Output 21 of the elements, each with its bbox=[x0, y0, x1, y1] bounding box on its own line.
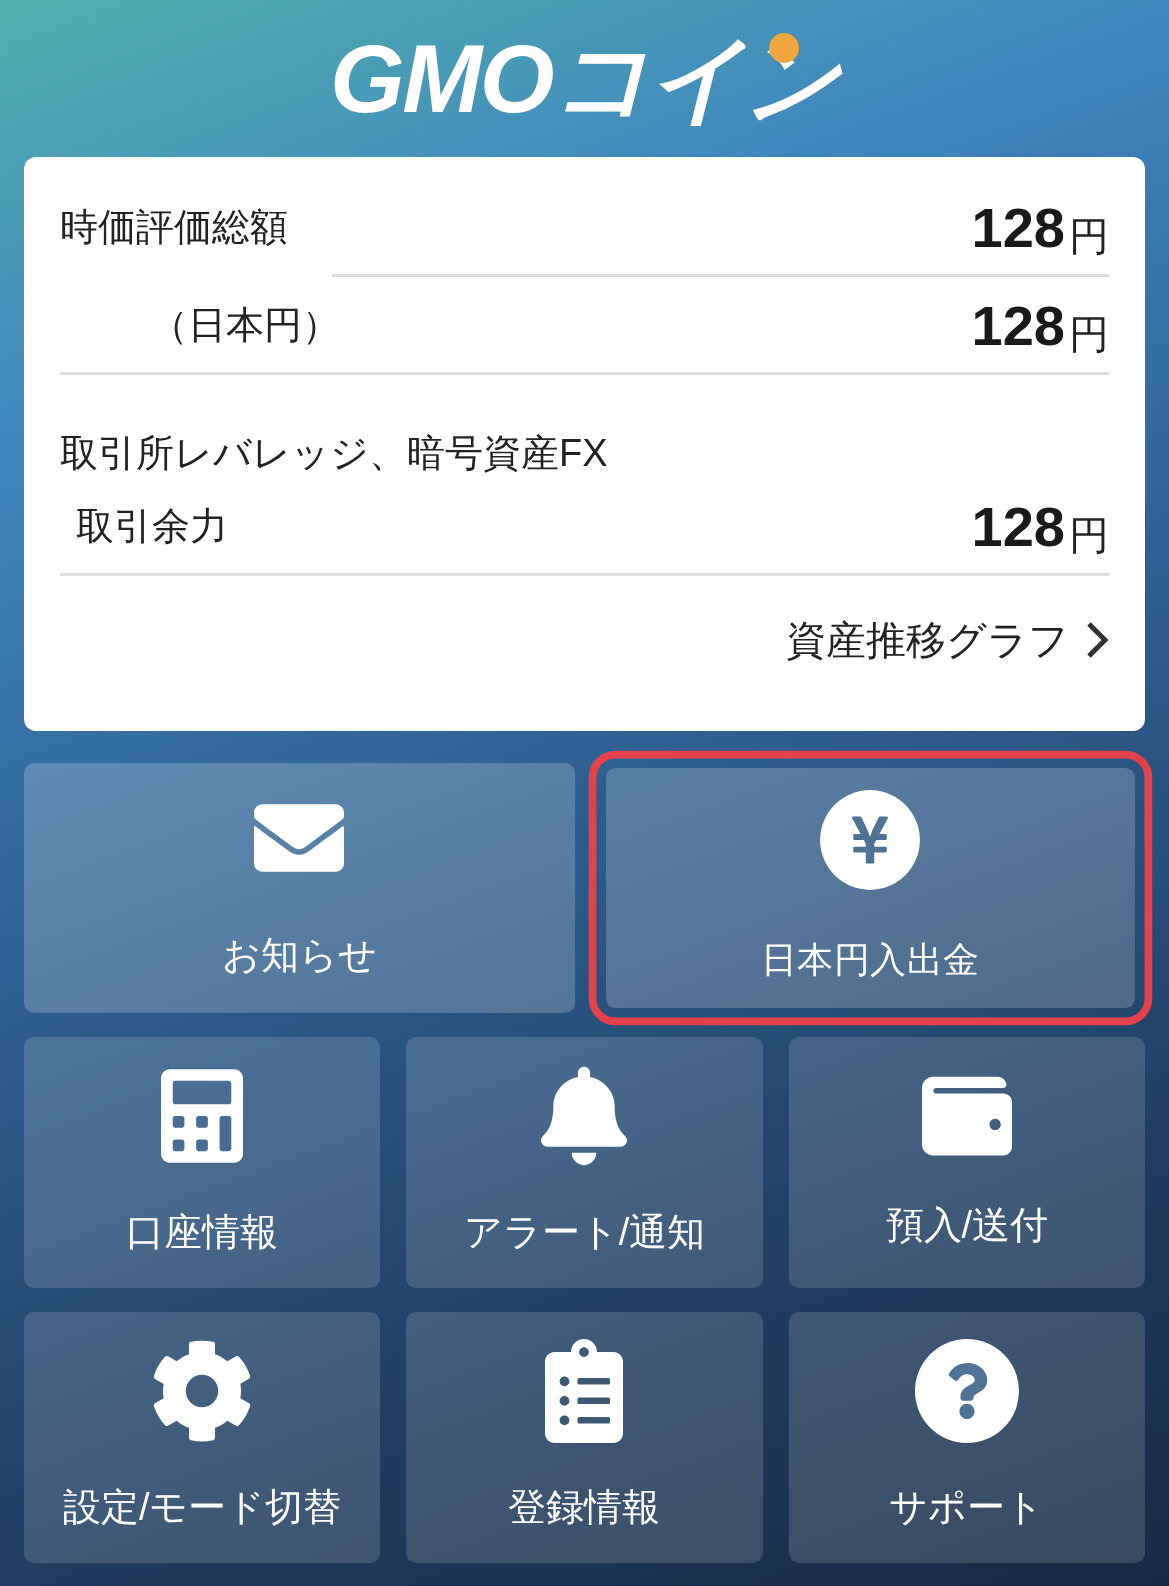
currency-unit: 円 bbox=[1069, 515, 1109, 555]
menu-tile[interactable]: お知らせ bbox=[24, 763, 575, 1013]
menu-tile[interactable]: 日本円入出金 bbox=[605, 768, 1134, 1008]
menu-tile[interactable]: 預入/送付 bbox=[788, 1037, 1145, 1288]
amount-value: 128 bbox=[971, 499, 1065, 555]
row-label: 取引余力 bbox=[76, 504, 228, 549]
menu-tile[interactable]: アラート/通知 bbox=[406, 1037, 763, 1288]
bell-icon bbox=[541, 1064, 628, 1168]
asset-graph-link[interactable]: 資産推移グラフ bbox=[786, 610, 1109, 670]
row-label: 時価評価総額 bbox=[60, 205, 288, 250]
chevron-right-icon bbox=[1085, 620, 1109, 660]
section-title: 取引所レバレッジ、暗号資産FX bbox=[60, 431, 609, 476]
currency-unit: 円 bbox=[1069, 314, 1109, 354]
menu-tile[interactable]: 設定/モード切替 bbox=[24, 1312, 381, 1563]
menu-tile[interactable]: 登録情報 bbox=[406, 1312, 763, 1563]
menu-tile[interactable]: サポート bbox=[788, 1312, 1145, 1563]
currency-unit: 円 bbox=[1069, 216, 1109, 256]
amount-value: 128 bbox=[971, 200, 1065, 256]
menu-tile[interactable]: 口座情報 bbox=[24, 1037, 381, 1288]
row-label: （日本円） bbox=[149, 303, 340, 348]
amount-value: 128 bbox=[971, 298, 1065, 354]
